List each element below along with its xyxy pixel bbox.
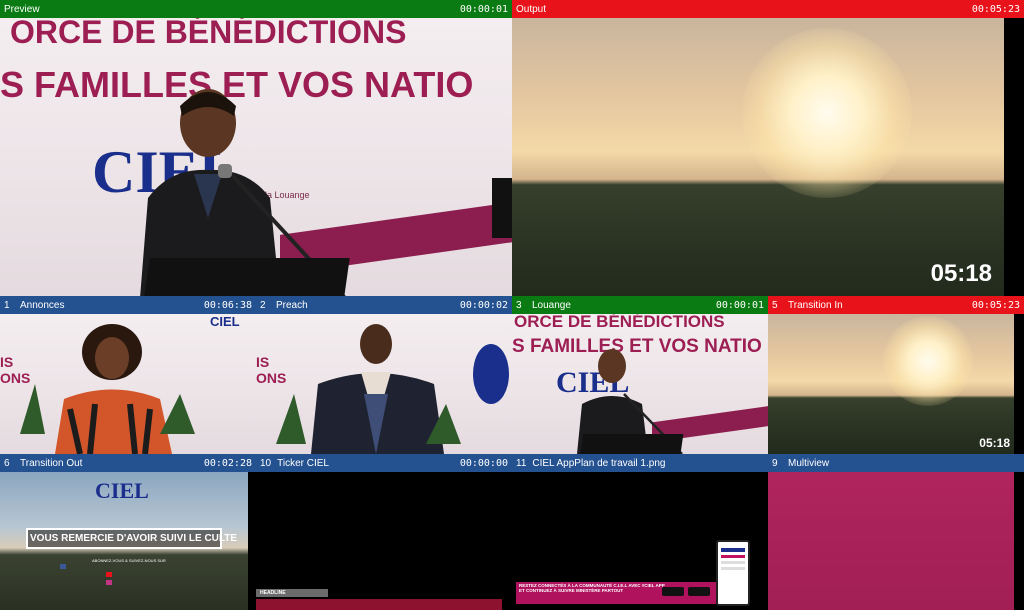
source-tile-multiview[interactable]: 9 Multiview [768, 454, 1024, 610]
source-label: Transition In [788, 299, 843, 311]
app-promo-strip: RESTEZ CONNECTÉS À LA COMMUNAUTÉ C.I.E.L… [516, 582, 716, 604]
source-tile-louange[interactable]: 3 Louange 00:00:01 ORCE DE BÉNÉDICTIONS … [512, 296, 768, 454]
source-label: CIEL AppPlan de travail 1.png [532, 457, 666, 469]
app-store-badge [688, 587, 710, 596]
facebook-icon [60, 564, 66, 569]
instagram-icon [106, 580, 112, 585]
source-video: CIEL VOUS REMERCIE D'AVOIR SUIVI LE CULT… [0, 472, 248, 610]
preview-label: Preview [4, 3, 40, 15]
source-header: 5 Transition In 00:05:23 [768, 296, 1024, 314]
youtube-icon [106, 572, 112, 577]
source-header: 1 Annonces 00:06:38 [0, 296, 256, 314]
presenter-figure [140, 89, 350, 296]
ticker-crawl-bar [256, 599, 502, 610]
source-timecode: 00:00:02 [459, 299, 508, 311]
source-label: Preach [276, 299, 308, 311]
source-number: 10 [260, 457, 272, 469]
closing-message-banner: VOUS REMERCIE D'AVOIR SUIVI LE CULTE [26, 528, 237, 549]
phone-app-header [721, 548, 745, 552]
source-countdown-clock: 05:18 [979, 436, 1010, 450]
phone-app-row [721, 561, 745, 564]
source-tile-ticker-ciel[interactable]: 10 Ticker CIEL 00:00:00 HEADLINE [256, 454, 512, 610]
source-number: 6 [4, 457, 10, 469]
source-tile-preach[interactable]: 2 Preach 00:00:02 IS ONS [256, 296, 512, 454]
source-video: IS ONS [256, 314, 512, 454]
speaker-figure [20, 324, 195, 454]
source-header: 11 CIEL AppPlan de travail 1.png [512, 454, 768, 472]
source-label: Ticker CIEL [277, 457, 329, 469]
source-tile-ciel-app[interactable]: 11 CIEL AppPlan de travail 1.png RESTEZ … [512, 454, 768, 610]
sun [742, 28, 912, 198]
source-label: Transition Out [20, 457, 83, 469]
banner-text-line1: ORCE DE BÉNÉDICTIONS [514, 314, 725, 331]
output-video: 05:18 [512, 18, 1004, 296]
sun [883, 316, 973, 406]
output-timecode: 00:05:23 [971, 3, 1020, 15]
output-label: Output [516, 3, 547, 15]
source-tile-annonces[interactable]: 1 Annonces 00:06:38 IS ONS CIEL [0, 296, 256, 454]
side-equipment [492, 178, 512, 238]
source-video: 05:18 [768, 314, 1014, 454]
source-label: Multiview [788, 457, 830, 469]
ticker-heading: HEADLINE [256, 589, 328, 597]
source-label: Louange [532, 299, 571, 311]
preview-monitor[interactable]: Preview 00:00:01 ORCE DE BÉNÉDICTIONS S … [0, 0, 512, 296]
source-header: 9 Multiview [768, 454, 1024, 472]
source-number: 3 [516, 299, 522, 311]
closing-subtext: ABONNEZ-VOUS & SUIVEZ-NOUS SUR [92, 558, 166, 563]
source-header: 2 Preach 00:00:02 [256, 296, 512, 314]
phone-app-row [721, 567, 745, 570]
source-tile-transition-out[interactable]: 6 Transition Out 00:02:28 CIEL VOUS REME… [0, 454, 256, 610]
source-video: ORCE DE BÉNÉDICTIONS S FAMILLES ET VOS N… [512, 314, 768, 454]
source-timecode: 00:06:38 [203, 299, 252, 311]
source-video: IS ONS CIEL [0, 314, 256, 454]
source-header: 10 Ticker CIEL 00:00:00 [256, 454, 512, 472]
source-video: RESTEZ CONNECTÉS À LA COMMUNAUTÉ C.I.E.L… [512, 472, 768, 610]
worship-leader-figure [577, 349, 684, 454]
phone-mockup [716, 540, 750, 606]
source-timecode: 00:05:23 [971, 299, 1020, 311]
preview-timecode: 00:00:01 [459, 3, 508, 15]
output-monitor[interactable]: Output 00:05:23 05:18 [512, 0, 1024, 296]
source-video [768, 472, 1014, 610]
source-number: 9 [772, 457, 778, 469]
source-number: 5 [772, 299, 778, 311]
preview-header: Preview 00:00:01 [0, 0, 512, 18]
source-video: HEADLINE [256, 472, 512, 610]
source-header: 6 Transition Out 00:02:28 [0, 454, 256, 472]
source-header: 3 Louange 00:00:01 [512, 296, 768, 314]
source-number: 2 [260, 299, 266, 311]
banner-text-line1: ORCE DE BÉNÉDICTIONS [10, 18, 407, 50]
source-timecode: 00:00:00 [459, 457, 508, 469]
output-header: Output 00:05:23 [512, 0, 1024, 18]
source-timecode: 00:02:28 [203, 457, 252, 469]
preacher-figure [276, 324, 509, 454]
ciel-logo: CIEL [95, 478, 149, 503]
source-timecode: 00:00:01 [715, 299, 764, 311]
source-number: 11 [516, 457, 527, 469]
source-tile-transition-in[interactable]: 5 Transition In 00:05:23 05:18 [768, 296, 1024, 454]
google-play-badge [662, 587, 684, 596]
source-number: 1 [4, 299, 10, 311]
phone-app-row [721, 555, 745, 558]
preview-video: ORCE DE BÉNÉDICTIONS S FAMILLES ET VOS N… [0, 18, 512, 296]
output-countdown-clock: 05:18 [930, 260, 992, 287]
source-label: Annonces [20, 299, 65, 311]
